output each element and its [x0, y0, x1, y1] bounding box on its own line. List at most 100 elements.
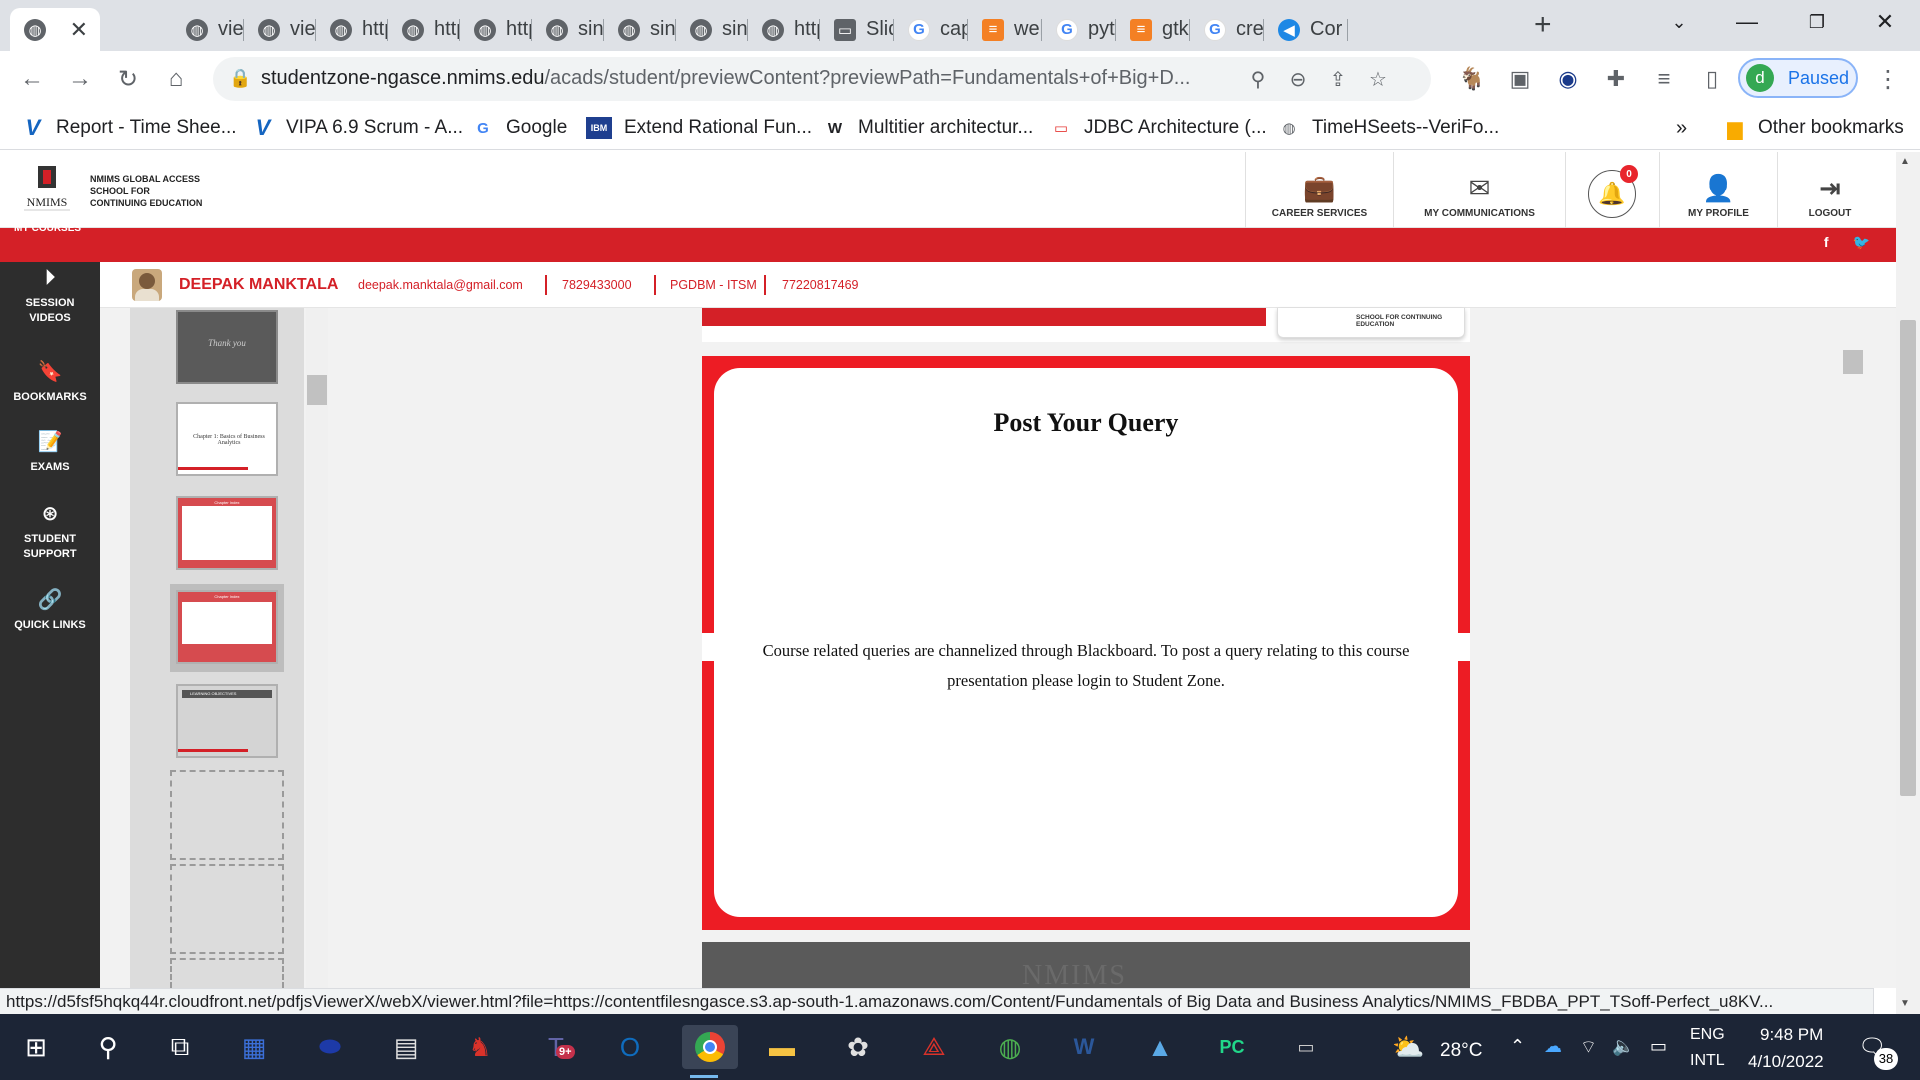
scroll-down-icon[interactable]: ▼ [1900, 998, 1910, 1009]
extension-icon[interactable]: ◉ [1552, 63, 1584, 95]
task-view-icon[interactable]: ⧉ [158, 1025, 202, 1069]
home-button[interactable]: ⌂ [156, 59, 196, 99]
side-panel-icon[interactable]: ▯ [1696, 63, 1728, 95]
tab-2[interactable]: ◍ viev [244, 8, 316, 51]
reload-button[interactable]: ↻ [108, 59, 148, 99]
facebook-icon[interactable]: f [1824, 234, 1829, 251]
tab-6[interactable]: ◍ sinc [532, 8, 604, 51]
tab-9[interactable]: ◍ http [748, 8, 820, 51]
sidebar-item-student-support[interactable]: ⊛ STUDENT SUPPORT [0, 504, 100, 562]
profile-button[interactable]: d Paused [1738, 58, 1858, 98]
scroll-up-icon[interactable]: ▲ [1900, 156, 1910, 167]
calculator-icon[interactable]: ▦ [232, 1025, 276, 1069]
paint-icon[interactable]: ✿ [836, 1025, 880, 1069]
star-icon[interactable]: ☆ [1363, 65, 1393, 93]
extension-icon[interactable]: 🐐 [1456, 63, 1488, 95]
puzzle-icon[interactable]: ✚ [1600, 63, 1632, 95]
chevron-up-icon[interactable]: ⌃ [1510, 1036, 1525, 1057]
restore-button[interactable]: ❐ [1782, 0, 1852, 44]
menu-icon[interactable]: ⋮ [1872, 63, 1904, 95]
media-icon[interactable]: ≡ [1648, 63, 1680, 95]
tab-8[interactable]: ◍ sinc [676, 8, 748, 51]
thumbnail-placeholder[interactable] [170, 770, 284, 860]
extension-icon[interactable]: ▣ [1504, 63, 1536, 95]
tab-4[interactable]: ◍ http [388, 8, 460, 51]
chrome-icon[interactable] [682, 1025, 738, 1078]
sidebar-item-bookmarks[interactable]: 🔖 BOOKMARKS [0, 362, 100, 405]
thumbnail-scrollbar[interactable] [306, 308, 328, 988]
sidebar-item-exams[interactable]: 📝 EXAMS [0, 432, 100, 475]
photos-icon[interactable]: ▲ [1138, 1025, 1182, 1069]
wifi-icon[interactable]: ⌔ [1580, 1036, 1597, 1059]
tab-3[interactable]: ◍ http [316, 8, 388, 51]
tab-13[interactable]: Gpytl [1042, 8, 1116, 51]
address-bar[interactable]: 🔒 studentzone-ngasce.nmims.edu/acads/stu… [213, 57, 1431, 101]
thumbnail-learning-objectives[interactable]: LEARNING OBJECTIVES [176, 684, 278, 758]
weather-temperature[interactable]: 28°C [1440, 1040, 1482, 1062]
share-icon[interactable]: ⇪ [1323, 65, 1353, 93]
url-text[interactable]: studentzone-ngasce.nmims.edu/acads/stude… [261, 67, 1190, 90]
viewer-scrollbar-handle[interactable] [1843, 350, 1863, 374]
bookmark-item[interactable]: IBM Extend Rational Fun... [586, 114, 812, 142]
tab-1[interactable]: ◍ viev [172, 8, 244, 51]
clock-date[interactable]: 4/10/2022 [1748, 1052, 1824, 1072]
volume-icon[interactable]: 🔈 [1612, 1036, 1634, 1057]
acrobat-icon[interactable]: ⟁ [912, 1025, 956, 1069]
career-services-link[interactable]: 💼 CAREER SERVICES [1245, 152, 1393, 228]
tab-10[interactable]: ▭ Slid [820, 8, 894, 51]
bookmark-item[interactable]: W Multitier architectur... [824, 114, 1033, 142]
pycharm-icon[interactable]: PC [1210, 1025, 1254, 1069]
language-top[interactable]: ENG [1690, 1026, 1725, 1044]
outlook-icon[interactable]: O [608, 1025, 652, 1069]
onedrive-icon[interactable]: ☁ [1544, 1036, 1562, 1057]
start-icon[interactable]: ⊞ [14, 1025, 58, 1069]
other-bookmarks[interactable]: ▆ Other bookmarks [1724, 114, 1903, 142]
notepad-icon[interactable]: ▤ [384, 1025, 428, 1069]
teams-icon[interactable]: T 9+ [534, 1025, 578, 1069]
bookmark-item[interactable]: G Google [472, 114, 567, 142]
search-icon[interactable]: ⚲ [86, 1025, 130, 1069]
page-scrollbar-handle[interactable] [1900, 320, 1916, 796]
weather-icon[interactable]: ⛅ [1392, 1032, 1424, 1063]
app-icon[interactable]: ⬬ [308, 1025, 352, 1069]
globe-icon[interactable]: ◍ [988, 1025, 1032, 1069]
sidebar-item-session-videos[interactable]: ⏵ SESSION VIDEOS [0, 268, 100, 326]
thumbnail-chapter-index[interactable]: Chapter Index [176, 496, 278, 570]
my-communications-link[interactable]: ✉ MY COMMUNICATIONS [1393, 152, 1565, 228]
file-explorer-icon[interactable]: ▬ [760, 1025, 804, 1069]
tab-14[interactable]: ≡ gtk [1116, 8, 1190, 51]
bookmark-item[interactable]: ◍ TimeHSeets--VeriFo... [1278, 114, 1499, 142]
bookmark-item[interactable]: V VIPA 6.9 Scrum - A... [252, 114, 463, 142]
my-profile-link[interactable]: 👤 MY PROFILE [1659, 152, 1777, 228]
tab-11[interactable]: Gcap [894, 8, 968, 51]
tab-active[interactable]: ◍ ✕ [10, 8, 100, 51]
back-button[interactable]: ← [12, 59, 52, 99]
minimize-button[interactable]: — [1712, 0, 1782, 44]
my-courses-link[interactable]: MY COURSES [14, 223, 81, 234]
lock-icon[interactable]: 🔒 [229, 68, 251, 89]
forward-button[interactable]: → [60, 59, 100, 99]
terminal-icon[interactable]: ▭ [1284, 1025, 1328, 1069]
thumbnail-thank-you[interactable]: Thank you [176, 310, 278, 384]
sidebar-item-quick-links[interactable]: 🔗 QUICK LINKS [0, 590, 100, 633]
close-tab-icon[interactable]: ✕ [70, 17, 88, 43]
tab-15[interactable]: Gcrea [1190, 8, 1264, 51]
tab-12[interactable]: ≡ wel [968, 8, 1042, 51]
tab-16[interactable]: ◀ Cor [1264, 8, 1348, 51]
nmims-logo-icon[interactable]: NMIMS [22, 164, 72, 218]
zoom-icon[interactable]: ⊖ [1283, 65, 1313, 93]
thumbnail-placeholder[interactable] [170, 864, 284, 954]
language-bottom[interactable]: INTL [1690, 1052, 1725, 1070]
thumbnail-scrollbar-handle[interactable] [307, 375, 327, 405]
bookmark-item[interactable]: ▭ JDBC Architecture (... [1050, 114, 1267, 142]
close-window-button[interactable]: ✕ [1850, 0, 1920, 44]
tab-search-icon[interactable]: ⌄ [1644, 0, 1714, 44]
logout-link[interactable]: ⇥ LOGOUT [1777, 152, 1882, 228]
battery-icon[interactable]: ▭ [1650, 1036, 1667, 1057]
bookmark-item[interactable]: V Report - Time Shee... [22, 114, 237, 142]
clock-time[interactable]: 9:48 PM [1760, 1025, 1823, 1045]
bookmarks-overflow-button[interactable]: » [1676, 114, 1687, 142]
tab-5[interactable]: ◍ http [460, 8, 532, 51]
git-icon[interactable]: ♞ [458, 1025, 502, 1069]
new-tab-button[interactable]: + [1534, 8, 1552, 42]
